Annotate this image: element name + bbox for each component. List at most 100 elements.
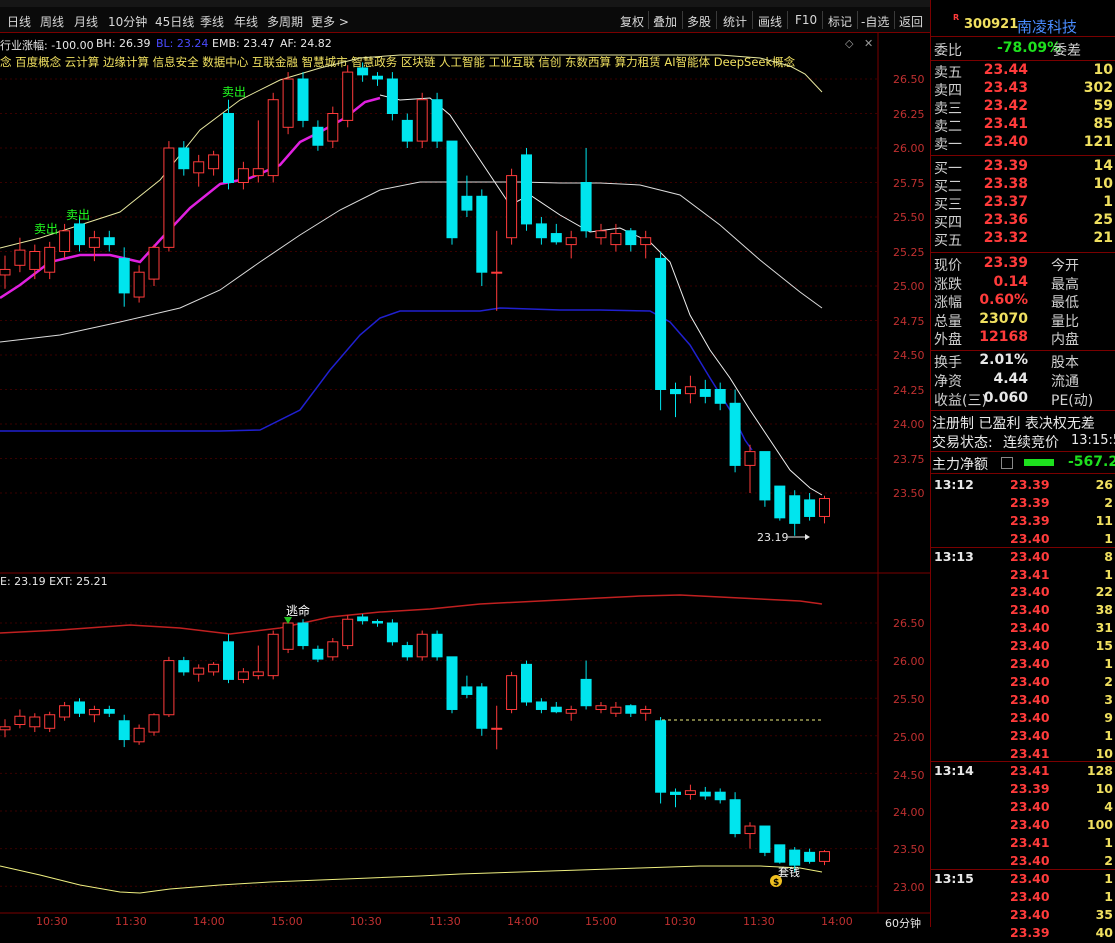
ask-row[interactable]: 卖三 23.42 59	[931, 98, 1115, 117]
stat-row: 外盘 12168 内盘	[931, 329, 1115, 348]
candle-body	[372, 620, 383, 624]
ask-row[interactable]: 卖四 23.43 302	[931, 80, 1115, 99]
candle-body	[670, 389, 681, 395]
candle-body	[237, 671, 249, 680]
candle-body	[357, 67, 369, 76]
tick-price: 23.39	[1010, 494, 1050, 510]
time-tick: 14:00	[507, 915, 539, 928]
main-net-value: -567.2	[1068, 454, 1115, 470]
time-tick: 11:30	[429, 915, 461, 928]
tick-group-divider	[931, 868, 1115, 870]
time-tick: 10:30	[36, 915, 68, 928]
price-tick: 26.25	[893, 108, 925, 121]
stat-row: 涨跌 0.14 最高	[931, 273, 1115, 293]
candle-body	[699, 791, 711, 797]
tick-time: 13:14	[934, 763, 974, 779]
bid-row[interactable]: 买四 23.36 25	[931, 212, 1115, 231]
lower-band-line	[0, 307, 753, 451]
tick-row: 23.39 10	[931, 781, 1115, 799]
candles-bottom	[0, 613, 830, 872]
candle-body	[372, 75, 383, 80]
candlestick-chart[interactable]: 卖出 卖出 卖出 逃命 23.19 $ 套钱	[0, 0, 930, 927]
tick-price: 23.40	[1010, 799, 1050, 815]
candle-body	[416, 99, 428, 142]
tick-time: 13:13	[934, 548, 974, 564]
candle-body	[118, 720, 130, 741]
candle-body	[208, 154, 220, 170]
candle-body	[386, 622, 398, 643]
candle-body	[670, 791, 681, 795]
ask-volume: 302	[1083, 80, 1113, 96]
tick-price: 23.40	[1010, 638, 1050, 654]
tick-price: 23.40	[1010, 602, 1050, 618]
tick-price: 23.40	[1010, 620, 1050, 636]
candle-body	[0, 268, 11, 276]
tick-row: 23.39 40	[931, 925, 1115, 943]
time-tick: 10:30	[350, 915, 382, 928]
bid-row[interactable]: 买三 23.37 1	[931, 194, 1115, 213]
candle-body	[610, 233, 622, 246]
tick-price: 23.39	[1010, 512, 1050, 528]
stat-label: 收益(三)	[934, 393, 987, 409]
bid-row[interactable]: 买一 23.39 14	[931, 158, 1115, 177]
candle-body	[506, 675, 518, 710]
candle-body	[461, 686, 473, 695]
tick-row: 23.40 1	[931, 656, 1115, 674]
bid-label: 买二	[934, 179, 962, 195]
tick-row: 13:15 23.40 1	[931, 871, 1115, 889]
timeframe-label[interactable]: 60分钟	[885, 915, 921, 931]
candle-body	[297, 622, 309, 647]
tick-row: 23.40 2	[931, 674, 1115, 692]
candle-body	[327, 641, 339, 658]
time-tick: 14:00	[193, 915, 225, 928]
stat-label: 涨跌	[934, 276, 962, 293]
tick-price: 23.41	[1010, 835, 1050, 850]
candle-body	[103, 237, 115, 246]
ask-price: 23.40	[983, 134, 1028, 150]
stat-value: 2.01%	[979, 352, 1028, 368]
candle-body	[282, 78, 294, 128]
candle-body	[550, 706, 562, 713]
bid-row[interactable]: 买二 23.38 10	[931, 176, 1115, 195]
candle-body	[297, 78, 309, 121]
candle-body	[74, 701, 85, 714]
tick-price: 23.40	[1010, 870, 1050, 886]
ask-row[interactable]: 卖五 23.44 10	[931, 62, 1115, 81]
tick-row: 23.40 31	[931, 620, 1115, 638]
candle-body	[133, 727, 145, 743]
price-tick: 25.50	[893, 211, 925, 224]
tick-row: 23.40 1	[931, 889, 1115, 907]
list-icon[interactable]	[1001, 457, 1013, 469]
time-tick: 10:30	[664, 915, 696, 928]
ask-row[interactable]: 卖二 23.41 85	[931, 116, 1115, 135]
bid-row[interactable]: 买五 23.32 21	[931, 230, 1115, 249]
ask-row[interactable]: 卖一 23.40 121	[931, 134, 1115, 153]
bid-label: 买三	[934, 197, 962, 213]
money-signal-label: 套钱	[778, 865, 800, 879]
price-tick: 25.00	[893, 280, 925, 293]
stat-label: 外盘	[934, 332, 962, 348]
bid-volume: 21	[1093, 230, 1113, 246]
lower-yellow-line	[0, 865, 823, 894]
candle-body	[416, 633, 428, 658]
candle-body	[163, 147, 175, 248]
candle-body	[774, 844, 786, 863]
stat-side-label: 最低	[1051, 295, 1079, 311]
stat-value: 0.14	[993, 273, 1028, 290]
candle-body	[446, 140, 458, 239]
tick-row: 23.41 1	[931, 567, 1115, 585]
tick-row: 23.40 38	[931, 602, 1115, 620]
tick-group-divider	[931, 761, 1115, 763]
ma-white-line	[379, 94, 823, 496]
stock-name: 南凌科技	[1017, 18, 1078, 36]
tick-volume: 2	[1104, 673, 1113, 689]
candle-body	[595, 705, 607, 710]
candle-body	[521, 663, 532, 703]
candle-body	[88, 708, 100, 716]
candle-body	[357, 616, 369, 622]
price-tick: 24.00	[893, 418, 925, 431]
candle-body	[759, 825, 771, 853]
candle-body	[774, 485, 786, 519]
candle-body	[29, 716, 41, 728]
stat-row: 换手 2.01% 股本	[931, 352, 1115, 371]
